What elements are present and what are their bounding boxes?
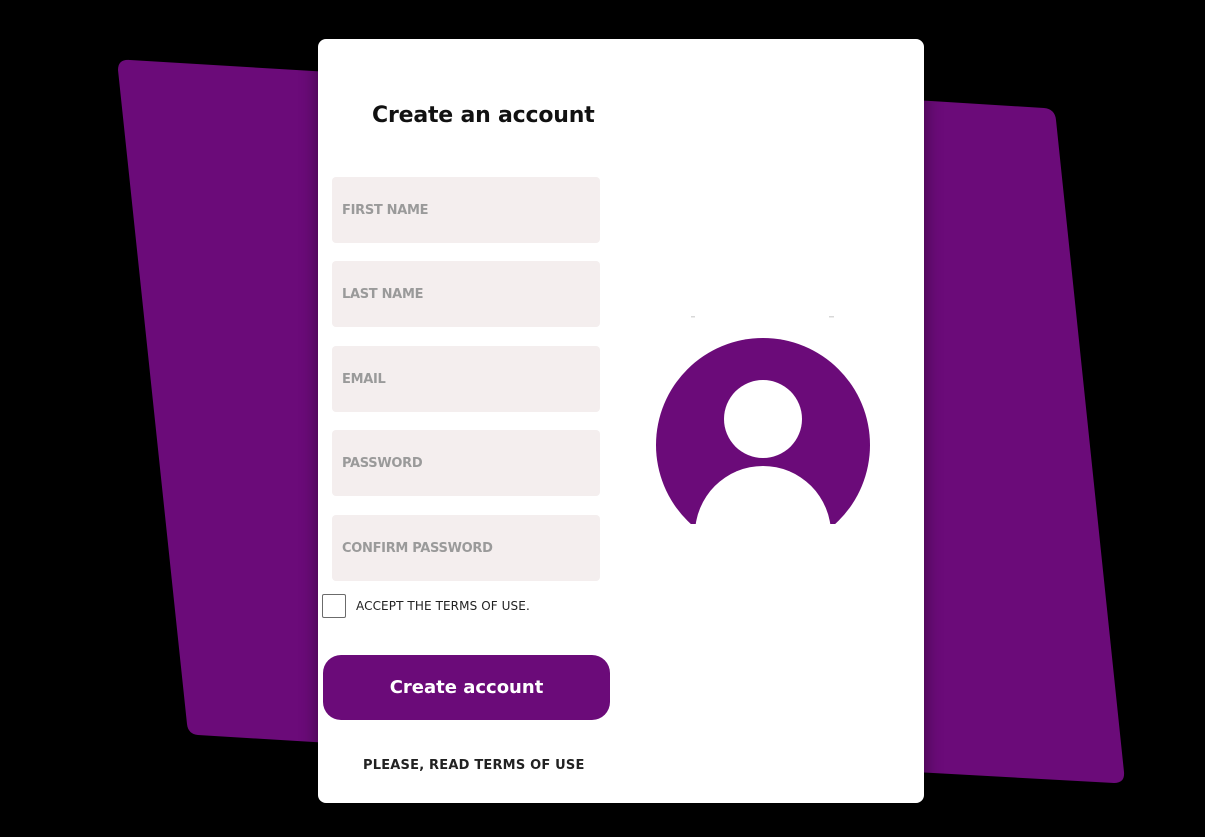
read-terms-link[interactable]: PLEASE, READ TERMS OF USE — [363, 758, 585, 773]
signup-page: Create an account ACCEPT THE TERMS OF US… — [0, 0, 1205, 837]
background-shape-left-panel — [118, 59, 330, 743]
terms-row: ACCEPT THE TERMS OF USE. — [322, 594, 530, 618]
signup-card: Create an account ACCEPT THE TERMS OF US… — [318, 39, 924, 803]
accept-terms-label[interactable]: ACCEPT THE TERMS OF USE. — [356, 599, 530, 613]
email-field[interactable] — [332, 346, 600, 412]
first-name-field[interactable] — [332, 177, 600, 243]
confirm-password-field[interactable] — [332, 515, 600, 581]
create-account-button[interactable]: Create account — [323, 655, 610, 720]
avatar-head — [724, 380, 802, 458]
last-name-field[interactable] — [332, 261, 600, 327]
accept-terms-checkbox[interactable] — [322, 594, 346, 618]
password-field[interactable] — [332, 430, 600, 496]
background-shape-right-panel — [915, 100, 1125, 783]
page-title: Create an account — [372, 103, 595, 128]
user-avatar-icon — [656, 316, 870, 524]
